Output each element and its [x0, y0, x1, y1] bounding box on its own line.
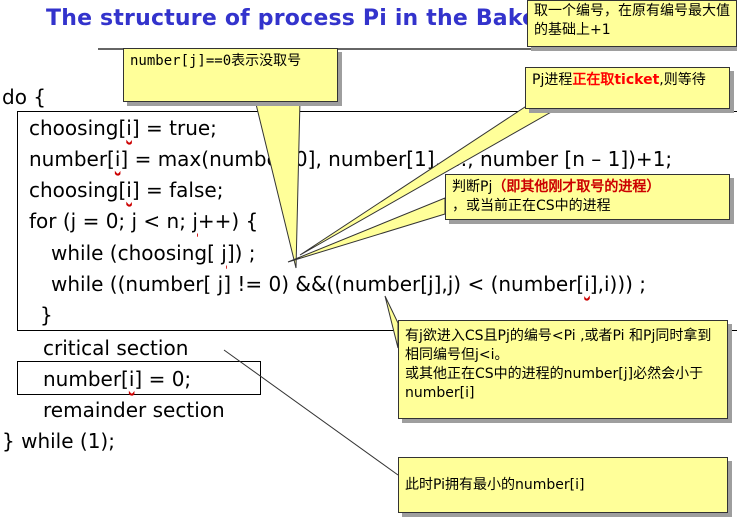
callout-pj-choosing: Pj进程正在取ticket,则等待: [525, 67, 730, 109]
callout-text: 或其他正在CS中的进程的number[j]必然会小于number[i]: [405, 366, 704, 401]
pointer-n5: [384, 295, 399, 349]
callout-text: 取一个编号，在原有编号最大值的基础上+1: [534, 3, 730, 38]
callout-smallest-number: 此时Pi拥有最小的number[i]: [398, 457, 728, 513]
callout-number-zero: number[j]==0表示没取号: [123, 48, 338, 102]
callout-text: Pj进程: [532, 72, 573, 88]
callout-text: 此时Pi拥有最小的number[i]: [405, 477, 585, 493]
callout-text: ,则等待: [659, 72, 706, 88]
callout-text: number[j]==0表示没取号: [130, 53, 302, 69]
callout-highlight: （即其他刚才取号的进程）: [492, 179, 661, 195]
pointer-n6: [223, 349, 399, 476]
pointer-n4: [287, 197, 446, 263]
callout-check-pj: 判断Pj（即其他刚才取号的进程） ，或当前正在CS中的进程: [445, 174, 730, 220]
callout-enter-cs-condition: 有j欲进入CS且Pj的编号<Pi ,或者Pi 和Pj同时拿到相同编号但j<i。或…: [398, 320, 728, 419]
callout-text: 判断Pj: [452, 179, 493, 195]
callout-text: ，或当前正在CS中的进程: [452, 198, 611, 214]
pointer-n1: [254, 99, 301, 269]
callout-text: 有j欲进入CS且Pj的编号<Pi ,或者Pi 和Pj同时拿到相同编号但j<i。: [405, 328, 712, 363]
callout-take-number: 取一个编号，在原有编号最大值的基础上+1: [527, 0, 737, 47]
callout-highlight: 正在取ticket: [572, 72, 660, 88]
